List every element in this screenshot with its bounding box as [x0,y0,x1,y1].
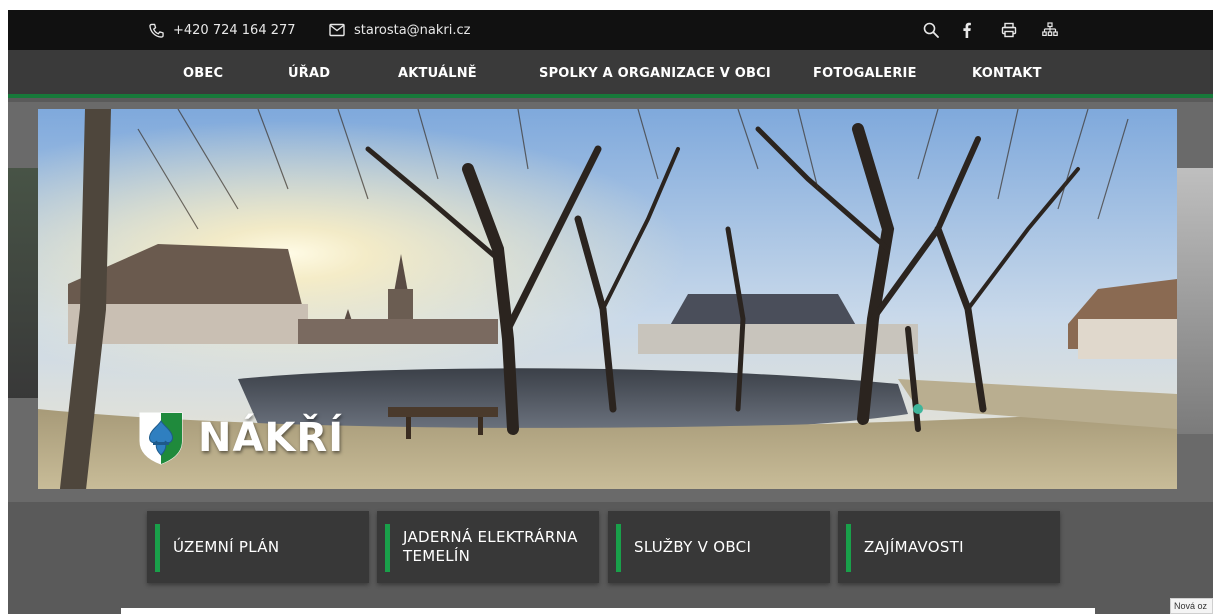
tile-accent-bar [155,524,160,572]
email-address: starosta@nakri.cz [354,22,471,38]
coat-of-arms-icon [139,412,183,465]
hero-image: NÁKŘÍ [38,109,1177,489]
new-tab-tooltip: Nová oz [1170,598,1213,614]
quick-link-uzemni-plan[interactable]: ÚZEMNÍ PLÁN [147,511,369,583]
tile-label: SLUŽBY V OBCI [634,537,752,556]
quick-links: ÚZEMNÍ PLÁN JADERNÁ ELEKTRÁRNA TEMELÍN S… [8,502,1213,614]
email-link[interactable]: starosta@nakri.cz [329,10,470,50]
search-icon[interactable] [923,22,939,38]
quick-link-sluzby-v-obci[interactable]: SLUŽBY V OBCI [608,511,830,583]
tile-accent-bar [846,524,851,572]
phone-number: +420 724 164 277 [173,22,296,38]
nav-item-fotogalerie[interactable]: FOTOGALERIE [813,50,917,98]
sitemap-icon[interactable] [1042,22,1058,38]
content-area-top [121,608,1095,614]
tile-accent-bar [385,524,390,572]
quick-link-zajimavosti[interactable]: ZAJÍMAVOSTI [838,511,1060,583]
quick-link-jaderna-elektrarna[interactable]: JADERNÁ ELEKTRÁRNA TEMELÍN [377,511,599,583]
nav-item-aktualne[interactable]: AKTUÁLNĚ [398,50,477,98]
nav-item-spolky[interactable]: SPOLKY A ORGANIZACE V OBCI [539,50,771,98]
pond-marker [913,404,923,414]
top-contact-bar: +420 724 164 277 starosta@nakri.cz [8,10,1213,50]
tile-accent-bar [616,524,621,572]
print-icon[interactable] [1001,22,1017,38]
site-logo[interactable]: NÁKŘÍ [138,409,344,467]
mail-icon [329,23,345,37]
site-name: NÁKŘÍ [198,415,345,461]
hero-section: NÁKŘÍ [8,102,1213,502]
nav-item-urad[interactable]: ÚŘAD [288,50,330,98]
tile-label: ÚZEMNÍ PLÁN [173,537,280,556]
nav-item-kontakt[interactable]: KONTAKT [972,50,1042,98]
main-nav: OBEC ÚŘAD AKTUÁLNĚ SPOLKY A ORGANIZACE V… [8,50,1213,98]
page-frame: +420 724 164 277 starosta@nakri.cz OBEC … [8,10,1213,614]
phone-link[interactable]: +420 724 164 277 [149,10,296,50]
phone-icon [149,23,164,38]
nav-item-obec[interactable]: OBEC [183,50,223,98]
carousel-next-slide [1177,168,1213,434]
carousel-prev-slide [8,168,38,398]
tile-label: JADERNÁ ELEKTRÁRNA TEMELÍN [403,528,578,565]
tile-label: ZAJÍMAVOSTI [864,537,964,556]
facebook-icon[interactable] [959,22,975,38]
